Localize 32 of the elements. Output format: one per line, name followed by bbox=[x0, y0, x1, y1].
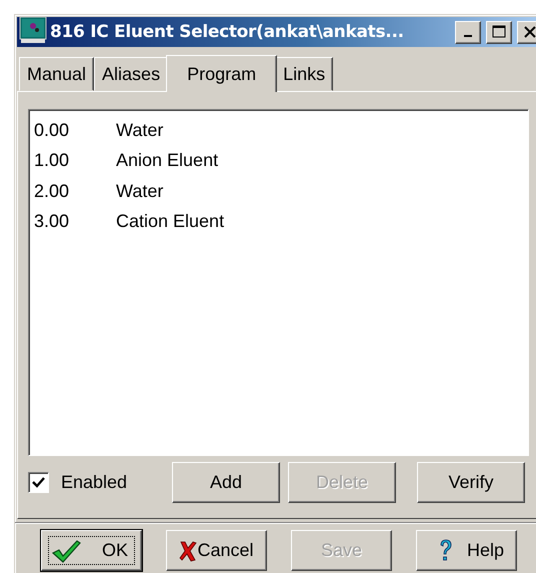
app-icon bbox=[19, 16, 47, 44]
tab[interactable]: Program bbox=[166, 55, 278, 92]
tab[interactable]: Aliases bbox=[94, 57, 168, 91]
window-title: 816 IC Eluent Selector(ankat\ankats... bbox=[50, 22, 405, 42]
maximize-button[interactable] bbox=[486, 20, 512, 44]
question-mark-icon bbox=[439, 538, 453, 562]
dialog-button[interactable]: OK bbox=[41, 530, 142, 571]
program-list[interactable]: 0.00 Water 1.00 Anion Eluent 2.00 Water 3.00 Cation Eluent bbox=[28, 109, 529, 456]
eluent-cell: Anion Eluent bbox=[116, 150, 218, 172]
eluent-cell: Water bbox=[116, 180, 164, 202]
tab[interactable]: Links bbox=[275, 57, 334, 91]
close-button[interactable] bbox=[517, 20, 536, 44]
checkbox[interactable] bbox=[28, 472, 49, 493]
close-icon bbox=[524, 26, 536, 38]
minimize-button[interactable] bbox=[455, 20, 481, 44]
eluent-cell: Cation Eluent bbox=[116, 211, 224, 232]
maximize-icon bbox=[492, 25, 506, 39]
minimize-icon bbox=[464, 35, 472, 37]
tab[interactable]: Manual bbox=[19, 57, 94, 91]
checkmark-icon bbox=[51, 538, 81, 562]
x-mark-icon bbox=[179, 540, 198, 562]
list-button[interactable]: Verify bbox=[417, 462, 525, 503]
dialog-button[interactable]: Help bbox=[416, 530, 517, 571]
eluent-cell: Water bbox=[116, 120, 164, 141]
checkbox-label: Enabled bbox=[61, 472, 128, 493]
list-button[interactable]: Add bbox=[172, 462, 280, 503]
checkmark-icon bbox=[32, 476, 45, 489]
time-cell-text: 0.00 bbox=[34, 120, 70, 141]
time-cell-text: 3.00 bbox=[34, 211, 70, 232]
time-cell-text: 2.00 bbox=[34, 180, 70, 202]
dialog-button[interactable]: Cancel bbox=[166, 530, 267, 571]
time-cell-text: 1.00 bbox=[34, 150, 70, 172]
